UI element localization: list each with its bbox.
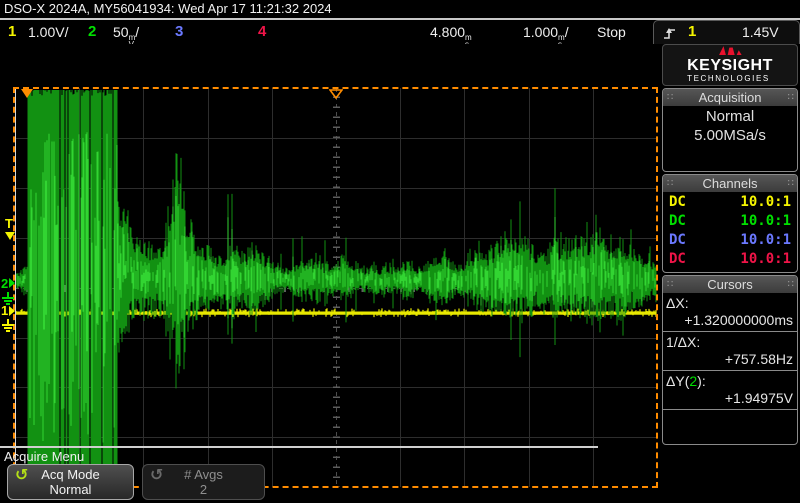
acquisition-mode: Normal: [663, 108, 797, 125]
acq-mode-softkey-button[interactable]: ↺ Acq Mode Normal: [7, 464, 134, 500]
oscilloscope-screen: DSO-X 2024A, MY56041934: Wed Apr 17 11:2…: [0, 0, 800, 503]
waveform-display: T 2 1: [0, 44, 662, 445]
num-avgs-softkey-button[interactable]: ↺ # Avgs 2: [142, 464, 265, 500]
trigger-level: 1.45V: [742, 24, 779, 40]
ch3-probe: 10.0:1: [740, 232, 791, 248]
run-state: Stop: [597, 24, 626, 40]
channel-row-4: DC 10.0:1: [663, 249, 797, 268]
acquisition-sample-rate: 5.00MSa/s: [663, 127, 797, 144]
ch1-number[interactable]: 1: [8, 23, 16, 40]
grip-icon: ∷: [788, 179, 793, 189]
num-avgs-label: # Avgs: [143, 467, 264, 482]
trigger-source: 1: [688, 23, 696, 40]
ch1-reference-label[interactable]: 1: [1, 304, 8, 317]
title-bar: DSO-X 2024A, MY56041934: Wed Apr 17 11:2…: [0, 0, 800, 18]
ch4-coupling: DC: [669, 251, 686, 267]
acquisition-panel: ∷ Acquisition ∷ Normal 5.00MSa/s: [662, 88, 798, 172]
channels-panel-header[interactable]: ∷ Channels ∷: [663, 175, 797, 192]
brand-line2: TECHNOLOGIES: [687, 72, 773, 85]
cursors-title: Cursors: [672, 277, 787, 292]
num-avgs-value: 2: [143, 482, 264, 497]
ch2-scale-slash: /: [135, 24, 139, 40]
channel-row-3: DC 10.0:1: [663, 230, 797, 249]
delay-value: 4.800: [430, 24, 465, 40]
acq-mode-label: Acq Mode: [8, 467, 133, 482]
ch2-scale-value: 50: [113, 24, 129, 40]
ch2-number[interactable]: 2: [88, 23, 96, 40]
acquisition-panel-header[interactable]: ∷ Acquisition ∷: [663, 89, 797, 106]
timebase-value: 1.000: [523, 24, 558, 40]
brand-panel: KEYSIGHT TECHNOLOGIES: [662, 44, 798, 86]
ch3-coupling: DC: [669, 232, 686, 248]
status-row: 1 1.00V/ 2 50mV/ 3 4 4.800ms 1.000ms/ St…: [0, 20, 800, 44]
channels-panel: ∷ Channels ∷ DC 10.0:1 DC 10.0:1 DC 10.0…: [662, 174, 798, 273]
ch2-reference-label[interactable]: 2: [1, 277, 8, 290]
cursor-invdx-label: 1/ΔX:: [663, 332, 797, 350]
cursor-invdx-value: +757.58Hz: [663, 350, 797, 369]
ch4-probe: 10.0:1: [740, 251, 791, 267]
ch1-coupling: DC: [669, 194, 686, 210]
timebase-slash: /: [565, 24, 569, 40]
ch1-scale[interactable]: 1.00V/: [28, 24, 68, 40]
time-reference-marker[interactable]: [329, 89, 343, 99]
trigger-level-marker-label[interactable]: T: [5, 217, 13, 230]
keysight-logo-icon: [716, 45, 744, 55]
cursor-dx-label: ΔX:: [663, 293, 797, 311]
ch2-coupling: DC: [669, 213, 686, 229]
ch1-reference-arrow-icon: [9, 306, 15, 316]
channel-row-2: DC 10.0:1: [663, 211, 797, 230]
acq-mode-value: Normal: [8, 482, 133, 497]
cursors-panel-header[interactable]: ∷ Cursors ∷: [663, 276, 797, 293]
cursor-dy-channel: 2: [689, 373, 697, 389]
brand-line1: KEYSIGHT: [687, 59, 773, 72]
ch2-probe: 10.0:1: [740, 213, 791, 229]
trigger-status-block[interactable]: 1 1.45V: [653, 20, 800, 44]
menu-separator: [0, 446, 598, 448]
cursor-dx-value: +1.320000000ms: [663, 311, 797, 330]
grip-icon: ∷: [788, 280, 793, 290]
brand-text: KEYSIGHT TECHNOLOGIES: [687, 59, 773, 85]
acquisition-title: Acquisition: [672, 90, 787, 105]
cursor-dy-value: +1.94975V: [663, 389, 797, 408]
ch1-ground-icon: [2, 319, 14, 332]
menu-title: Acquire Menu: [4, 449, 84, 464]
cursor-dy-label: ΔY(2):: [663, 371, 797, 389]
trigger-level-marker-icon[interactable]: [5, 232, 15, 240]
channel-row-1: DC 10.0:1: [663, 192, 797, 211]
graticule-left-edge: [15, 89, 16, 485]
ch4-number[interactable]: 4: [258, 23, 266, 40]
acquisition-border: [13, 87, 658, 488]
grip-icon: ∷: [788, 93, 793, 103]
ch2-reference-arrow-icon: [9, 278, 15, 288]
ch3-number[interactable]: 3: [175, 23, 183, 40]
sidebar: KEYSIGHT TECHNOLOGIES ∷ Acquisition ∷ No…: [662, 44, 798, 445]
cursors-panel: ∷ Cursors ∷ ΔX: +1.320000000ms 1/ΔX: +75…: [662, 275, 798, 445]
divider: [663, 409, 797, 410]
instrument-title: DSO-X 2024A, MY56041934: Wed Apr 17 11:2…: [4, 1, 332, 16]
ch1-probe: 10.0:1: [740, 194, 791, 210]
trigger-position-marker[interactable]: [21, 89, 33, 98]
channels-title: Channels: [672, 176, 787, 191]
trigger-slope-icon: [662, 25, 676, 41]
